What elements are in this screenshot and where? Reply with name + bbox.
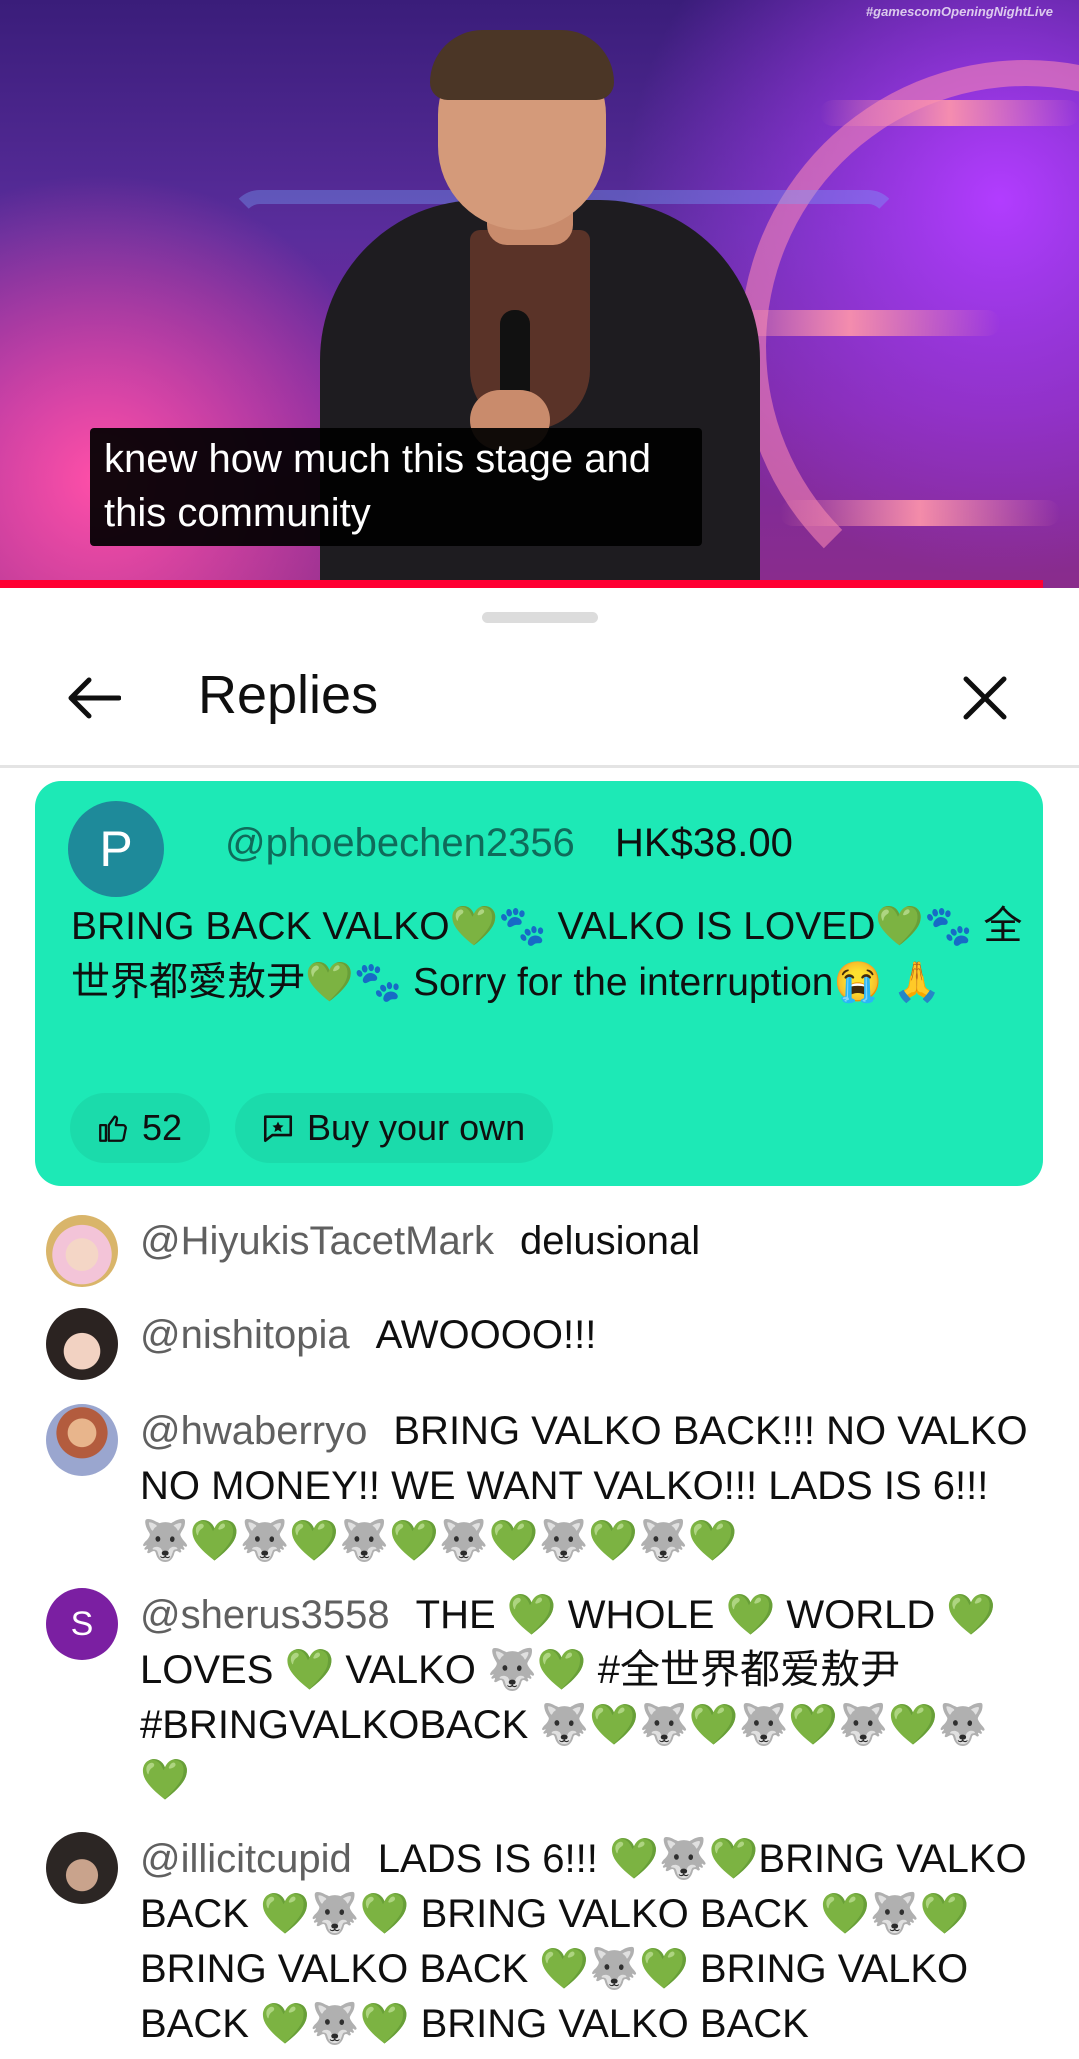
reply-content: @HiyukisTacetMark delusional: [140, 1214, 1040, 1269]
video-watermark: #gamescomOpeningNightLive: [865, 4, 1053, 19]
avatar[interactable]: [46, 1308, 118, 1380]
close-icon: [963, 676, 1007, 720]
arrow-left-icon: [68, 677, 121, 719]
reply-content: @hwaberryo BRING VALKO BACK!!! NO VALKO N…: [140, 1404, 1040, 1569]
reply-text: AWOOOO!!!: [375, 1313, 597, 1357]
avatar[interactable]: [46, 1832, 118, 1904]
replies-sheet: Replies P @phoebechen2356 HK$38.00 BRING…: [0, 588, 1079, 2059]
thumbs-up-icon: [99, 1115, 127, 1142]
presenter-hair: [430, 30, 614, 100]
avatar[interactable]: P: [68, 801, 164, 897]
reply-content: @sherus3558 THE 💚 WHOLE 💚 WORLD 💚 LOVES 💚…: [140, 1588, 1040, 1808]
reply-username[interactable]: @nishitopia: [140, 1313, 350, 1357]
buy-your-own-label: Buy your own: [307, 1107, 526, 1148]
super-chat-username[interactable]: @phoebechen2356: [225, 821, 575, 866]
drag-handle[interactable]: [482, 612, 598, 623]
video-progress-bar[interactable]: [0, 580, 1043, 588]
super-chat-text: BRING BACK VALKO💚🐾 VALKO IS LOVED💚🐾 全世界都…: [71, 905, 1023, 1004]
sheet-title: Replies: [198, 665, 379, 725]
super-chat-amount: HK$38.00: [615, 821, 793, 865]
like-count: 52: [142, 1107, 183, 1148]
reply-username[interactable]: @illicitcupid: [140, 1837, 352, 1881]
reply-username[interactable]: @hwaberryo: [140, 1409, 367, 1453]
reply-content: @illicitcupid LADS IS 6!!! 💚🐺💚BRING VALKO…: [140, 1832, 1040, 2052]
super-chat-card[interactable]: P @phoebechen2356 HK$38.00 BRING BACK VA…: [35, 781, 1043, 1186]
back-button[interactable]: [58, 663, 128, 733]
reply-username[interactable]: @HiyukisTacetMark: [140, 1219, 494, 1263]
video-caption: knew how much this stage and this commun…: [90, 428, 702, 546]
light-streak: [780, 500, 1060, 526]
like-button[interactable]: 52: [70, 1093, 210, 1163]
avatar[interactable]: [46, 1404, 118, 1476]
light-streak: [820, 100, 1079, 126]
avatar[interactable]: S: [46, 1588, 118, 1660]
header-divider: [0, 765, 1079, 768]
avatar[interactable]: [46, 1215, 118, 1287]
reply-text: delusional: [520, 1219, 701, 1263]
reply-content: @nishitopia AWOOOO!!!: [140, 1308, 1040, 1363]
buy-your-own-button[interactable]: Buy your own: [235, 1093, 553, 1163]
video-player[interactable]: #gamescomOpeningNightLive knew how much …: [0, 0, 1079, 588]
super-chat-icon: [263, 1115, 293, 1143]
reply-username[interactable]: @sherus3558: [140, 1593, 390, 1637]
close-button[interactable]: [950, 663, 1020, 733]
